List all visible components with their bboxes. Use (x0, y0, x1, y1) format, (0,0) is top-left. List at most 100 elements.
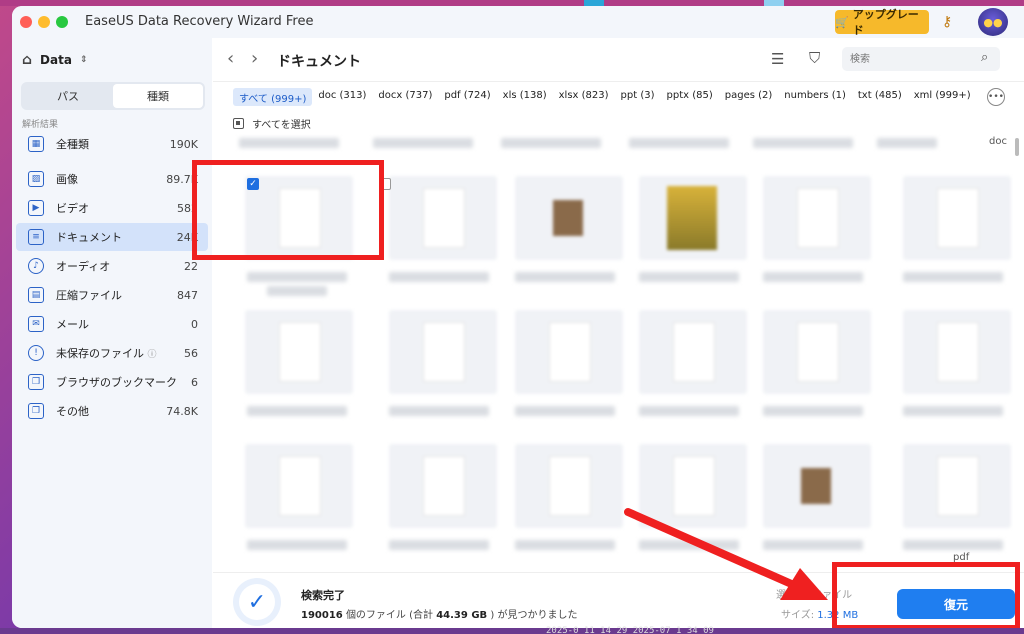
upgrade-button[interactable]: 🛒 アップグレード (835, 8, 929, 37)
sidebar-item-documents[interactable]: ≡ ドキュメント 24K (16, 223, 208, 251)
filter-chip-all[interactable]: すべて (999+) (233, 88, 313, 106)
highlight-box-recover (832, 562, 1020, 630)
file-caption (373, 138, 473, 148)
drive-selector[interactable]: ⌂ Data ⇕ (22, 50, 202, 70)
tab-path[interactable]: パス (23, 84, 113, 108)
filter-chip-numbers[interactable]: numbers (1) (778, 88, 852, 106)
file-tile[interactable] (639, 444, 747, 528)
section-label: 解析結果 (22, 120, 59, 130)
sidebar-item-bookmarks[interactable]: ❒ ブラウザのブックマーク 6 (16, 368, 208, 396)
file-caption-text: doc (989, 136, 1007, 147)
filter-chip-xlsx[interactable]: xlsx (823) (553, 88, 615, 106)
file-caption (629, 138, 729, 148)
mail-icon: ✉ (28, 316, 44, 332)
minimize-button[interactable] (38, 16, 50, 28)
file-tile[interactable] (389, 444, 497, 528)
file-tile[interactable] (389, 310, 497, 394)
archive-icon: ▤ (28, 287, 44, 303)
select-all-checkbox[interactable]: すべてを選択 (233, 116, 311, 131)
unsaved-icon: ! (28, 345, 44, 361)
status-title: 検索完了 (301, 589, 345, 602)
back-icon[interactable]: ‹ (227, 48, 234, 69)
page-title: ドキュメント (277, 54, 361, 70)
file-caption (515, 272, 615, 282)
file-tile[interactable] (639, 176, 747, 260)
file-caption (903, 272, 1003, 282)
file-caption (763, 272, 863, 282)
file-tile[interactable] (763, 176, 871, 260)
forward-icon[interactable]: › (251, 48, 258, 69)
file-caption (763, 540, 863, 550)
file-tile[interactable] (515, 444, 623, 528)
toolbar: ‹ › ドキュメント ☰ ⛉ ⌕ (213, 38, 1024, 82)
search-input[interactable] (842, 47, 1000, 71)
app-window: EaseUS Data Recovery Wizard Free 🛒 アップグレ… (12, 6, 1024, 628)
scrollbar[interactable] (1015, 138, 1019, 156)
cart-icon: 🛒 (835, 15, 849, 29)
sidebar-item-video[interactable]: ▶ ビデオ 582 (16, 194, 208, 222)
file-caption (247, 540, 347, 550)
file-tile[interactable] (245, 444, 353, 528)
file-caption (515, 406, 615, 416)
filter-chip-docx[interactable]: docx (737) (372, 88, 438, 106)
file-caption (501, 138, 601, 148)
category-list: ▦ 全種類 190K ▨ 画像 89.7K ▶ ビデオ 582 ≡ ドキュメント… (16, 130, 208, 426)
filter-chip-txt[interactable]: txt (485) (852, 88, 908, 106)
filter-chips: すべて (999+) doc (313) docx (737) pdf (724… (233, 88, 977, 106)
tab-type[interactable]: 種類 (113, 84, 203, 108)
filter-chip-ppt[interactable]: ppt (3) (615, 88, 661, 106)
sidebar-item-images[interactable]: ▨ 画像 89.7K (16, 165, 208, 193)
search-icon[interactable]: ⌕ (981, 50, 988, 65)
file-caption (763, 406, 863, 416)
file-tile[interactable] (763, 444, 871, 528)
file-caption (247, 406, 347, 416)
file-tile[interactable] (389, 176, 497, 260)
desktop-clock-text: 2025-0 11 14 29 2025-07 1 34 09 (546, 626, 714, 634)
grid-icon: ▦ (28, 136, 44, 152)
file-caption (389, 406, 489, 416)
sidebar-item-audio[interactable]: ♪ オーディオ 22 (16, 252, 208, 280)
bookmark-icon: ❒ (28, 374, 44, 390)
list-view-icon[interactable]: ☰ (771, 50, 784, 68)
more-icon[interactable]: ••• (987, 88, 1005, 106)
close-button[interactable] (20, 16, 32, 28)
file-tile[interactable] (515, 310, 623, 394)
drive-name: Data (40, 53, 72, 67)
main-panel: ‹ › ドキュメント ☰ ⛉ ⌕ すべて (999+) doc (313) do… (213, 38, 1024, 628)
filter-chip-doc[interactable]: doc (313) (312, 88, 372, 106)
upgrade-label: アップグレード (852, 8, 919, 37)
file-tile[interactable] (763, 310, 871, 394)
file-caption (267, 286, 327, 296)
home-icon: ⌂ (22, 52, 33, 68)
view-segmented-control: パス 種類 (21, 82, 205, 110)
file-tile[interactable] (903, 444, 1011, 528)
sidebar-item-other[interactable]: ❐ その他 74.8K (16, 397, 208, 425)
file-tile[interactable] (903, 310, 1011, 394)
document-icon: ≡ (28, 229, 44, 245)
file-caption (903, 540, 1003, 550)
sidebar-item-unsaved[interactable]: ! 未保存のファイル ⓘ 56 (16, 339, 208, 367)
filter-chip-pptx[interactable]: pptx (85) (661, 88, 719, 106)
zoom-button[interactable] (56, 16, 68, 28)
sidebar: ⌂ Data ⇕ パス 種類 解析結果 ▦ 全種類 190K ▨ 画像 89.7… (12, 38, 212, 628)
filter-chip-pdf[interactable]: pdf (724) (438, 88, 496, 106)
sidebar-item-all[interactable]: ▦ 全種類 190K (16, 130, 208, 158)
file-tile[interactable] (903, 176, 1011, 260)
sidebar-item-archives[interactable]: ▤ 圧縮ファイル 847 (16, 281, 208, 309)
file-caption (515, 540, 615, 550)
file-caption (903, 406, 1003, 416)
select-all-label: すべてを選択 (252, 120, 311, 131)
file-tile[interactable] (515, 176, 623, 260)
file-caption (239, 138, 339, 148)
file-caption (753, 138, 853, 148)
avatar[interactable]: ●● (978, 8, 1008, 36)
filter-chip-xml[interactable]: xml (999+) (908, 88, 977, 106)
filter-chip-pages[interactable]: pages (2) (719, 88, 779, 106)
filter-chip-xls[interactable]: xls (138) (497, 88, 553, 106)
key-icon[interactable]: ⚷ (942, 14, 952, 30)
file-tile[interactable] (245, 310, 353, 394)
file-tile[interactable] (639, 310, 747, 394)
filter-icon[interactable]: ⛉ (809, 49, 820, 67)
file-caption (639, 540, 739, 550)
sidebar-item-mail[interactable]: ✉ メール 0 (16, 310, 208, 338)
